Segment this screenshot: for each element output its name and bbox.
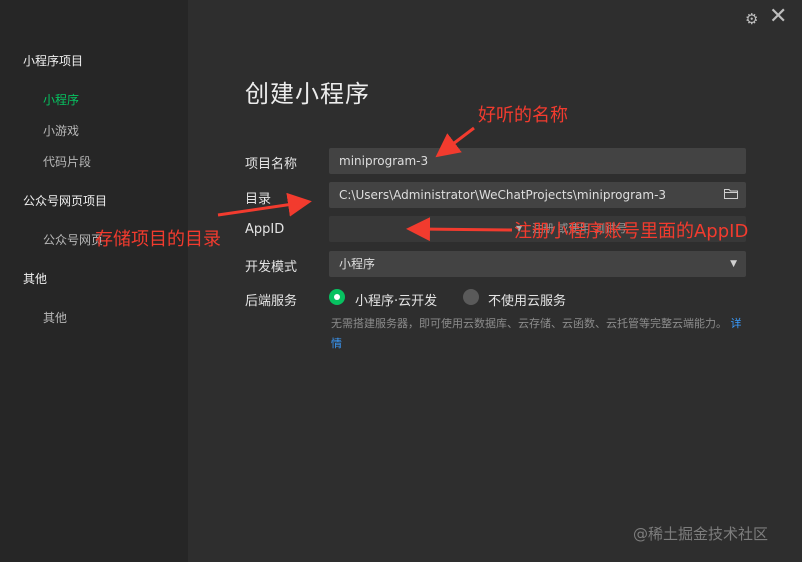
annotation-dir-hint: 存储项目的目录 [95,229,221,250]
annotation-arrows [217,126,513,242]
watermark: @稀土掘金技术社区 [633,525,769,543]
annotation-name-hint: 好听的名称 [478,105,568,126]
arrow-dir-hint [217,192,312,217]
arrow-appid-hint [406,217,513,242]
arrow-name-hint [435,126,475,158]
annotation-appid-hint: 注册小程序账号里面的AppID [514,221,749,242]
